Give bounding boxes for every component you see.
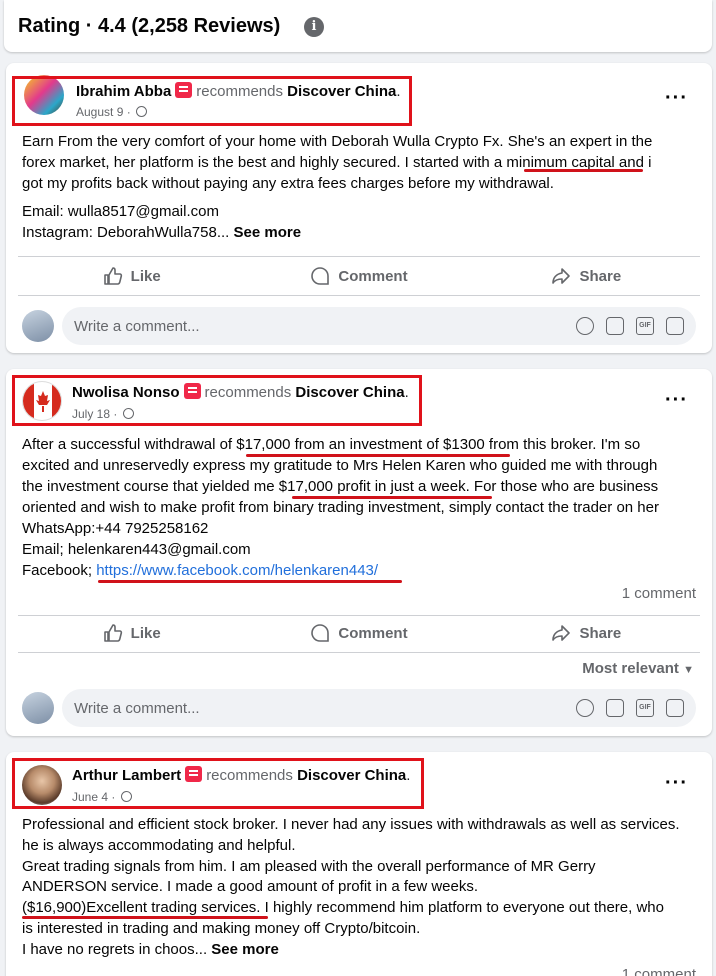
gif-icon[interactable]: GIF: [636, 699, 654, 717]
post-date[interactable]: August 9 ·: [76, 105, 131, 119]
see-more-link[interactable]: See more: [234, 224, 302, 241]
recommends-label: recommends: [204, 384, 292, 401]
user-avatar[interactable]: [22, 692, 54, 724]
post-date[interactable]: July 18 ·: [72, 407, 117, 421]
page-link[interactable]: Discover China: [287, 83, 396, 100]
like-button[interactable]: Like: [18, 617, 245, 649]
recommendation-icon: [175, 82, 193, 98]
emoji-icon[interactable]: [576, 317, 594, 335]
author-name[interactable]: Nwolisa Nonso: [72, 384, 180, 401]
share-button[interactable]: Share: [473, 260, 700, 292]
underline-annotation: [292, 496, 492, 499]
canada-flag-icon: [23, 382, 61, 420]
comment-count[interactable]: 1 comment: [622, 966, 696, 976]
comment-icon: [311, 624, 330, 642]
recommendation-icon: [183, 383, 201, 399]
underline-annotation: [22, 916, 268, 919]
page-link[interactable]: Discover China: [297, 767, 406, 784]
more-options-icon[interactable]: ···: [665, 389, 688, 412]
recommends-label: recommends: [196, 83, 283, 100]
globe-icon: [136, 106, 148, 117]
author-name[interactable]: Arthur Lambert: [72, 767, 181, 784]
comment-button[interactable]: Comment: [245, 260, 472, 292]
post-header: Ibrahim Abba recommends Discover China. A…: [12, 63, 412, 119]
underline-annotation: [524, 169, 643, 172]
emoji-icon[interactable]: [576, 699, 594, 717]
recommends-label: recommends: [206, 767, 293, 784]
like-icon: [103, 624, 122, 642]
user-avatar[interactable]: [22, 310, 54, 342]
see-more-link[interactable]: See more: [211, 941, 279, 958]
author-name[interactable]: Ibrahim Abba: [76, 83, 171, 100]
sort-dropdown[interactable]: Most relevant ▼: [582, 660, 694, 677]
share-icon: [552, 625, 571, 641]
review-post-3: Arthur Lambert recommends Discover China.…: [6, 752, 712, 976]
caret-down-icon: ▼: [683, 664, 694, 676]
share-button[interactable]: Share: [473, 617, 700, 649]
more-options-icon[interactable]: ···: [665, 87, 688, 110]
info-icon[interactable]: i: [304, 17, 324, 37]
post-actions: Like Comment Share: [18, 260, 700, 292]
comment-button[interactable]: Comment: [245, 617, 472, 649]
review-post-1: Ibrahim Abba recommends Discover China. A…: [6, 63, 712, 353]
underline-annotation: [98, 580, 402, 583]
avatar[interactable]: [22, 381, 62, 421]
post-actions: Like Comment Share: [18, 617, 700, 649]
post-body: Professional and efficient stock broker.…: [22, 816, 680, 958]
camera-icon[interactable]: [606, 317, 624, 335]
globe-icon: [120, 791, 132, 802]
post-body: Earn From the very comfort of your home …: [22, 133, 653, 241]
post-date[interactable]: June 4 ·: [72, 790, 115, 804]
facebook-link[interactable]: https://www.facebook.com/helenkaren443/: [96, 562, 378, 579]
sticker-icon[interactable]: [666, 317, 684, 335]
like-button[interactable]: Like: [18, 260, 245, 292]
gif-icon[interactable]: GIF: [636, 317, 654, 335]
page-link[interactable]: Discover China: [295, 384, 404, 401]
avatar[interactable]: [22, 765, 62, 805]
underline-annotation: [246, 454, 510, 457]
comment-icon: [311, 267, 330, 285]
rating-card: Rating · 4.4 (2,258 Reviews) i: [4, 0, 712, 52]
share-icon: [552, 268, 571, 284]
rating-title: Rating · 4.4 (2,258 Reviews): [18, 15, 281, 37]
like-icon: [103, 267, 122, 285]
sticker-icon[interactable]: [666, 699, 684, 717]
camera-icon[interactable]: [606, 699, 624, 717]
more-options-icon[interactable]: ···: [665, 772, 688, 795]
globe-icon: [122, 408, 134, 419]
comment-composer: GIF: [22, 689, 696, 727]
avatar[interactable]: [24, 75, 64, 115]
comment-count[interactable]: 1 comment: [622, 585, 696, 602]
review-post-2: Nwolisa Nonso recommends Discover China. …: [6, 369, 712, 736]
recommendation-icon: [185, 766, 203, 782]
comment-composer: GIF: [22, 307, 696, 345]
